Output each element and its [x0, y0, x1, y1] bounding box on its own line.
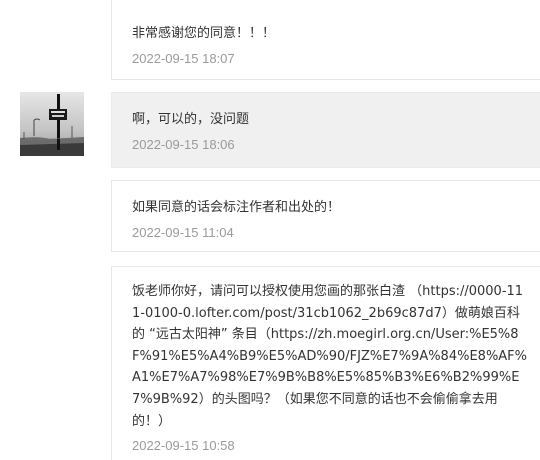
message-bubble-sent: 非常感谢您的同意！！！ 2022-09-15 18:07	[111, 0, 540, 80]
message-text: 饭老师你好，请问可以授权使用您画的那张白渣 （https://0000-111-…	[132, 284, 528, 429]
message-timestamp: 2022-09-15 10:58	[132, 438, 235, 454]
message-text: 如果同意的话会标注作者和出处的！	[132, 200, 341, 215]
message-thread: 非常感谢您的同意！！！ 2022-09-15 18:07 啊，可以的，没问题 2…	[0, 0, 540, 460]
message-timestamp: 2022-09-15 11:04	[132, 224, 234, 240]
message-text: 非常感谢您的同意！！！	[132, 26, 276, 41]
message-bubble-received: 啊，可以的，没问题 2022-09-15 18:06	[111, 92, 540, 168]
message-bubble-sent: 饭老师你好，请问可以授权使用您画的那张白渣 （https://0000-111-…	[111, 266, 540, 460]
message-text: 啊，可以的，没问题	[132, 112, 250, 127]
road-sign-photo-icon	[20, 92, 84, 156]
message-timestamp: 2022-09-15 18:06	[132, 136, 235, 152]
avatar[interactable]	[20, 92, 84, 156]
message-timestamp: 2022-09-15 18:07	[132, 50, 235, 66]
message-bubble-sent: 如果同意的话会标注作者和出处的！ 2022-09-15 11:04	[111, 180, 540, 252]
